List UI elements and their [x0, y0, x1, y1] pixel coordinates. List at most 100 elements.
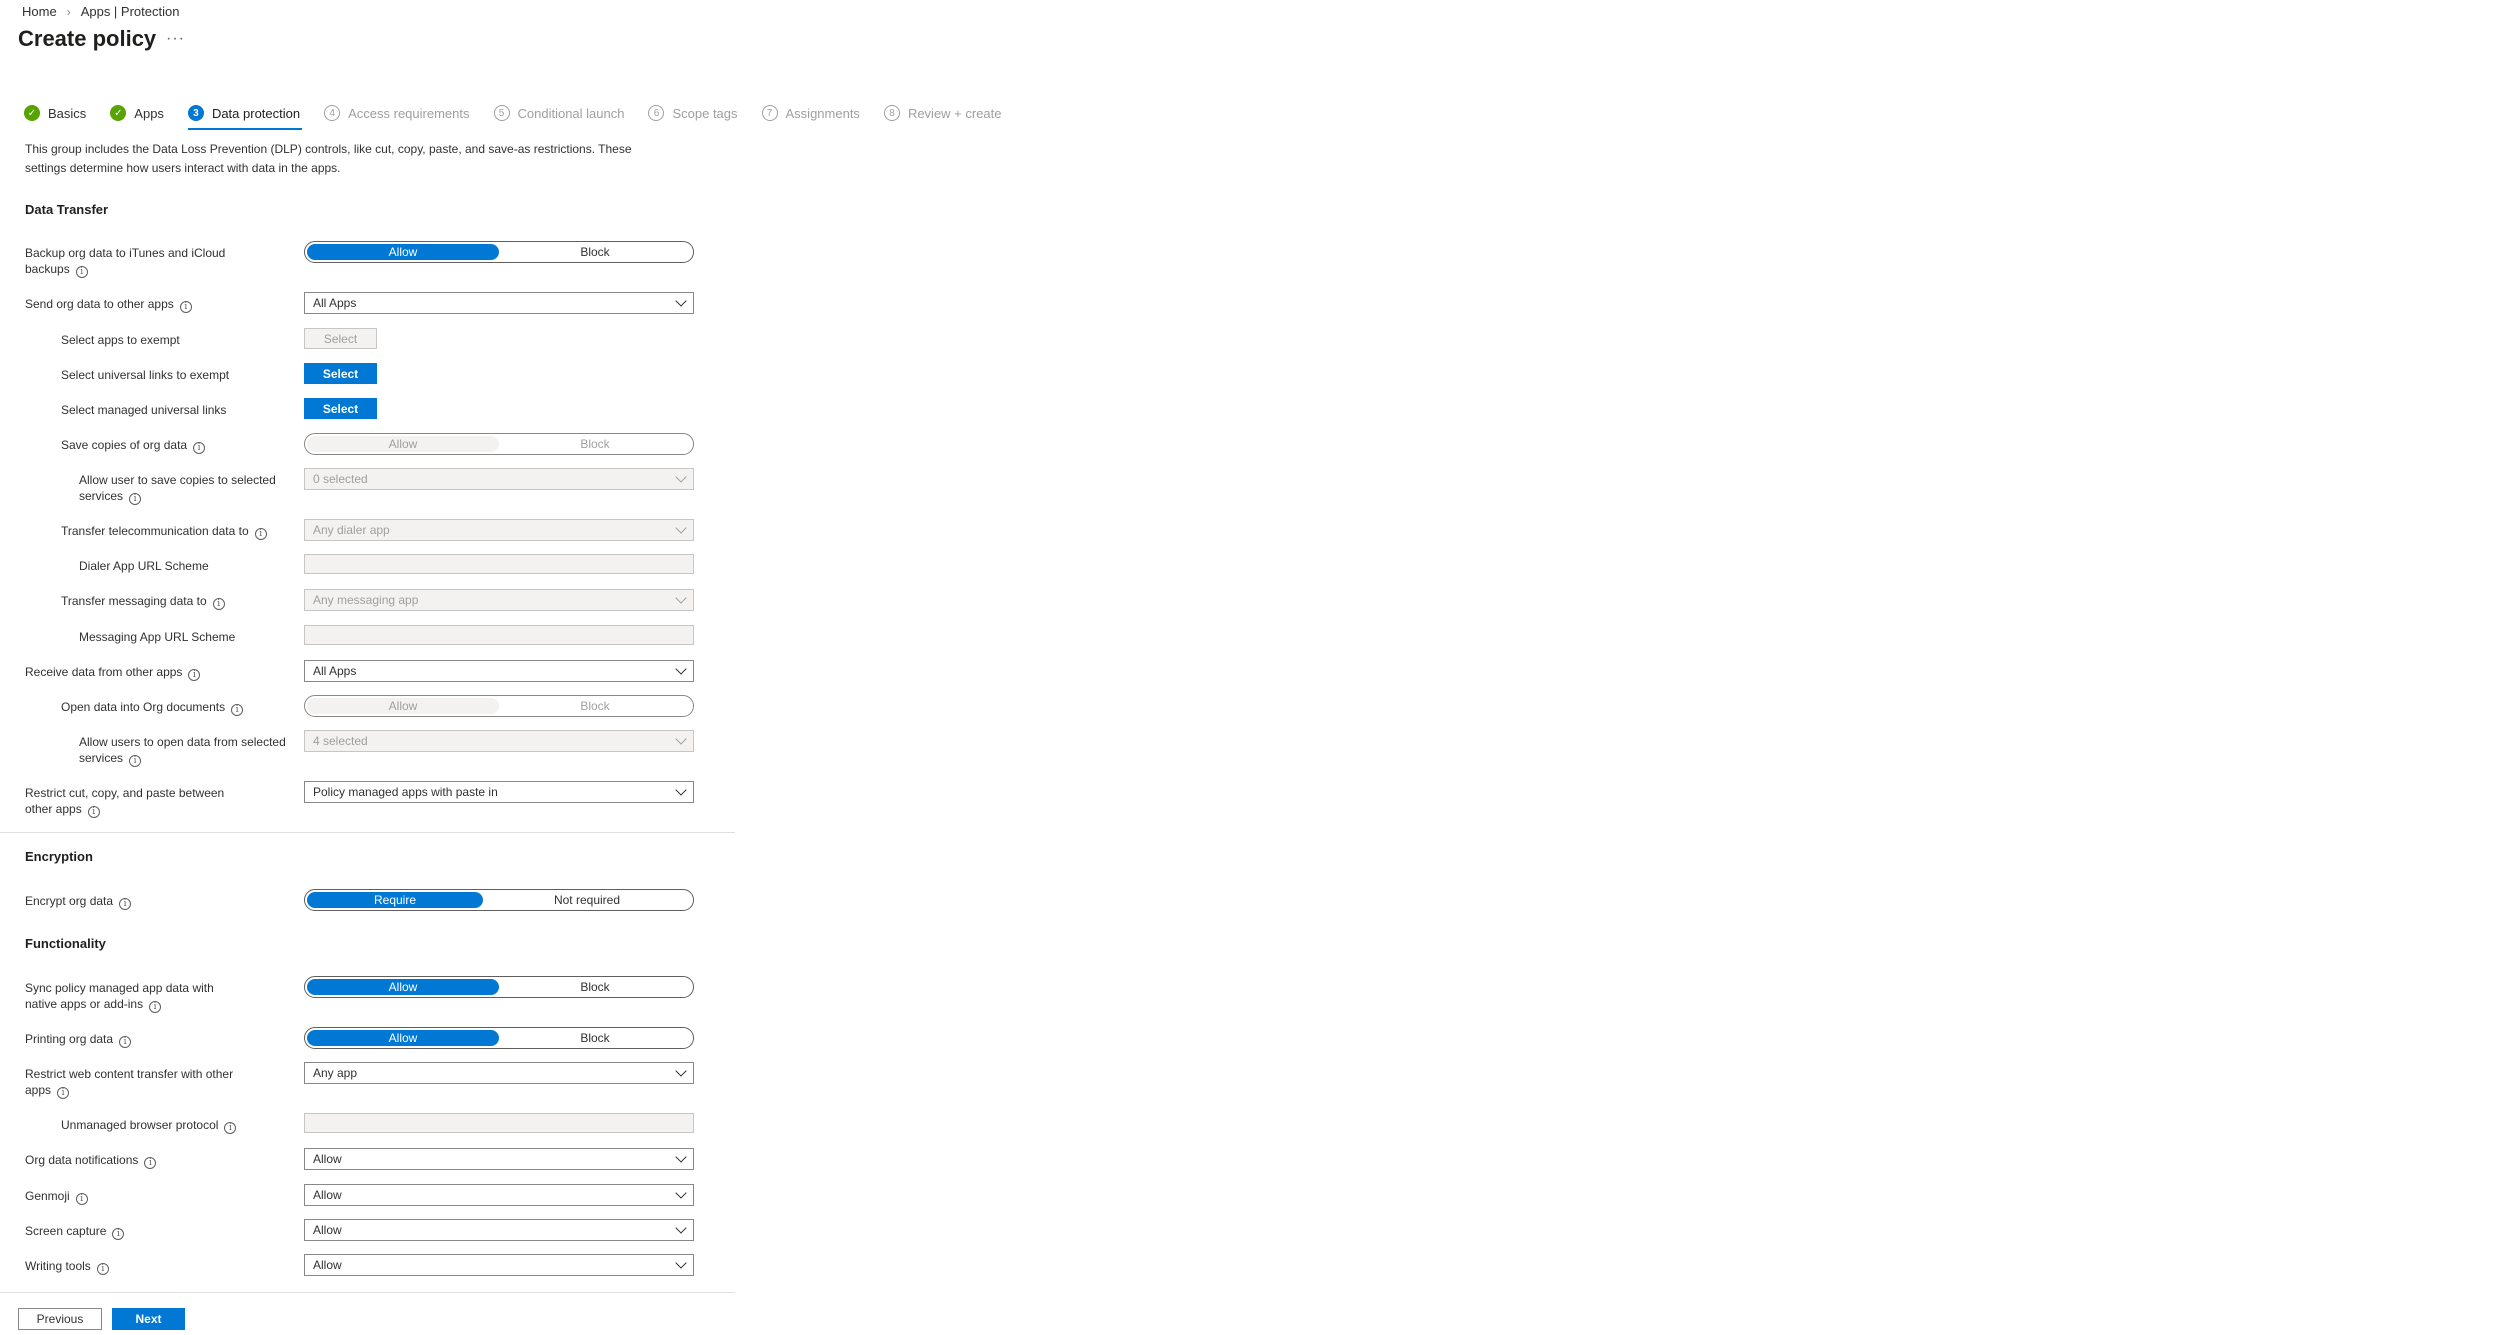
next-button[interactable]: Next	[112, 1308, 185, 1330]
step-label: Access requirements	[348, 105, 470, 121]
info-icon[interactable]: i	[212, 598, 225, 610]
previous-button[interactable]: Previous	[18, 1308, 102, 1330]
exempt-apps-label: Select apps to exempt	[61, 333, 180, 347]
managed-links-select-button[interactable]: Select	[304, 398, 377, 419]
exempt-apps-select-button[interactable]: Select	[304, 328, 377, 349]
encrypt-label-text: Encrypt org data	[25, 894, 114, 908]
chevron-down-icon	[675, 1065, 687, 1077]
backup-label: Backup org data to iTunes and iCloud bac…	[25, 245, 245, 278]
info-icon[interactable]: i	[112, 1228, 125, 1240]
dropdown-value: 0 selected	[313, 472, 368, 486]
notifications-dropdown[interactable]: Allow	[304, 1148, 694, 1170]
info-icon[interactable]: i	[87, 806, 100, 818]
info-icon[interactable]: i	[149, 1001, 162, 1013]
dialer-scheme-input	[304, 554, 694, 574]
info-icon[interactable]: i	[179, 301, 192, 313]
sync-toggle[interactable]: Allow Block	[304, 976, 694, 998]
receive-data-label: Receive data from other apps i	[25, 664, 201, 681]
info-icon[interactable]: i	[57, 1087, 70, 1099]
checkmark-icon: ✓	[24, 105, 40, 121]
wizard-steps: ✓ Basics ✓ Apps 3 Data protection 4 Acce…	[24, 102, 1026, 130]
step-data-protection[interactable]: 3 Data protection	[187, 102, 303, 130]
encrypt-require-option[interactable]: Require	[307, 892, 483, 908]
step-label: Conditional launch	[517, 105, 625, 121]
section-divider	[0, 832, 735, 833]
step-review-create[interactable]: 8 Review + create	[883, 102, 1002, 124]
writing-tools-dropdown[interactable]: Allow	[304, 1254, 694, 1276]
encrypt-not-required-option[interactable]: Not required	[483, 892, 691, 908]
footer-divider	[0, 1292, 735, 1293]
backup-label-text: Backup org data to iTunes and iCloud bac…	[25, 246, 226, 276]
browser-protocol-input	[304, 1113, 694, 1133]
send-org-data-label-text: Send org data to other apps	[25, 297, 174, 311]
save-services-label-text: Allow user to save copies to selected se…	[79, 473, 276, 503]
save-copies-block-option: Block	[580, 437, 610, 451]
encrypt-label: Encrypt org data i	[25, 893, 132, 910]
step-conditional-launch[interactable]: 5 Conditional launch	[493, 102, 625, 124]
info-icon[interactable]: i	[224, 1122, 237, 1134]
save-copies-toggle: Allow Block	[304, 433, 694, 455]
step-scope-tags[interactable]: 6 Scope tags	[648, 102, 738, 124]
info-icon[interactable]: i	[119, 1036, 132, 1048]
info-icon[interactable]: i	[129, 755, 142, 767]
genmoji-label: Genmoji i	[25, 1188, 88, 1205]
printing-allow-option[interactable]: Allow	[307, 1030, 499, 1046]
screen-capture-dropdown[interactable]: Allow	[304, 1219, 694, 1241]
dropdown-value: Policy managed apps with paste in	[313, 785, 498, 799]
info-icon[interactable]: i	[254, 528, 267, 540]
printing-toggle[interactable]: Allow Block	[304, 1027, 694, 1049]
breadcrumb-apps-protection[interactable]: Apps | Protection	[81, 4, 180, 19]
web-content-label: Restrict web content transfer with other…	[25, 1066, 245, 1099]
sync-block-option[interactable]: Block	[499, 979, 691, 995]
step-assignments[interactable]: 7 Assignments	[761, 102, 860, 124]
info-icon[interactable]: i	[188, 669, 201, 681]
step-basics[interactable]: ✓ Basics	[24, 102, 86, 124]
chevron-down-icon	[675, 1222, 687, 1234]
open-services-dropdown: 4 selected	[304, 730, 694, 752]
exempt-links-select-button[interactable]: Select	[304, 363, 377, 384]
dropdown-value: Allow	[313, 1223, 342, 1237]
info-icon[interactable]: i	[129, 493, 142, 505]
save-services-label: Allow user to save copies to selected se…	[79, 472, 294, 505]
chevron-down-icon	[675, 1151, 687, 1163]
send-org-data-dropdown[interactable]: All Apps	[304, 292, 694, 314]
more-options-icon[interactable]: ···	[166, 30, 185, 48]
messaging-scheme-input	[304, 625, 694, 645]
step-label: Basics	[48, 105, 87, 121]
sync-allow-option[interactable]: Allow	[307, 979, 499, 995]
messaging-dropdown: Any messaging app	[304, 589, 694, 611]
info-icon[interactable]: i	[231, 704, 244, 716]
info-icon[interactable]: i	[96, 1263, 109, 1275]
encrypt-toggle[interactable]: Require Not required	[304, 889, 694, 911]
breadcrumb-home[interactable]: Home	[22, 4, 57, 19]
info-icon[interactable]: i	[75, 266, 88, 278]
chevron-down-icon	[675, 592, 687, 604]
info-icon[interactable]: i	[144, 1157, 157, 1169]
step-number: 5	[493, 105, 510, 121]
receive-data-dropdown[interactable]: All Apps	[304, 660, 694, 682]
backup-allow-option[interactable]: Allow	[307, 244, 499, 260]
web-content-dropdown[interactable]: Any app	[304, 1062, 694, 1084]
save-copies-allow-option: Allow	[307, 436, 499, 452]
printing-block-option[interactable]: Block	[499, 1030, 691, 1046]
open-org-allow-option: Allow	[307, 698, 499, 714]
save-services-dropdown: 0 selected	[304, 468, 694, 490]
step-access-requirements[interactable]: 4 Access requirements	[324, 102, 470, 124]
step-label: Assignments	[785, 105, 860, 121]
genmoji-label-text: Genmoji	[25, 1189, 70, 1203]
info-icon[interactable]: i	[75, 1193, 88, 1205]
info-icon[interactable]: i	[193, 442, 206, 454]
dropdown-value: All Apps	[313, 296, 357, 310]
info-icon[interactable]: i	[119, 898, 132, 910]
backup-toggle[interactable]: Allow Block	[304, 241, 694, 263]
dropdown-value: All Apps	[313, 664, 357, 678]
genmoji-dropdown[interactable]: Allow	[304, 1184, 694, 1206]
restrict-cut-copy-label-text: Restrict cut, copy, and paste between ot…	[25, 786, 225, 816]
dropdown-value: Allow	[313, 1258, 342, 1272]
chevron-down-icon	[675, 784, 687, 796]
step-apps[interactable]: ✓ Apps	[110, 102, 164, 124]
sync-label: Sync policy managed app data with native…	[25, 980, 245, 1013]
restrict-cut-copy-dropdown[interactable]: Policy managed apps with paste in	[304, 781, 694, 803]
chevron-down-icon	[675, 295, 687, 307]
backup-block-option[interactable]: Block	[499, 244, 691, 260]
